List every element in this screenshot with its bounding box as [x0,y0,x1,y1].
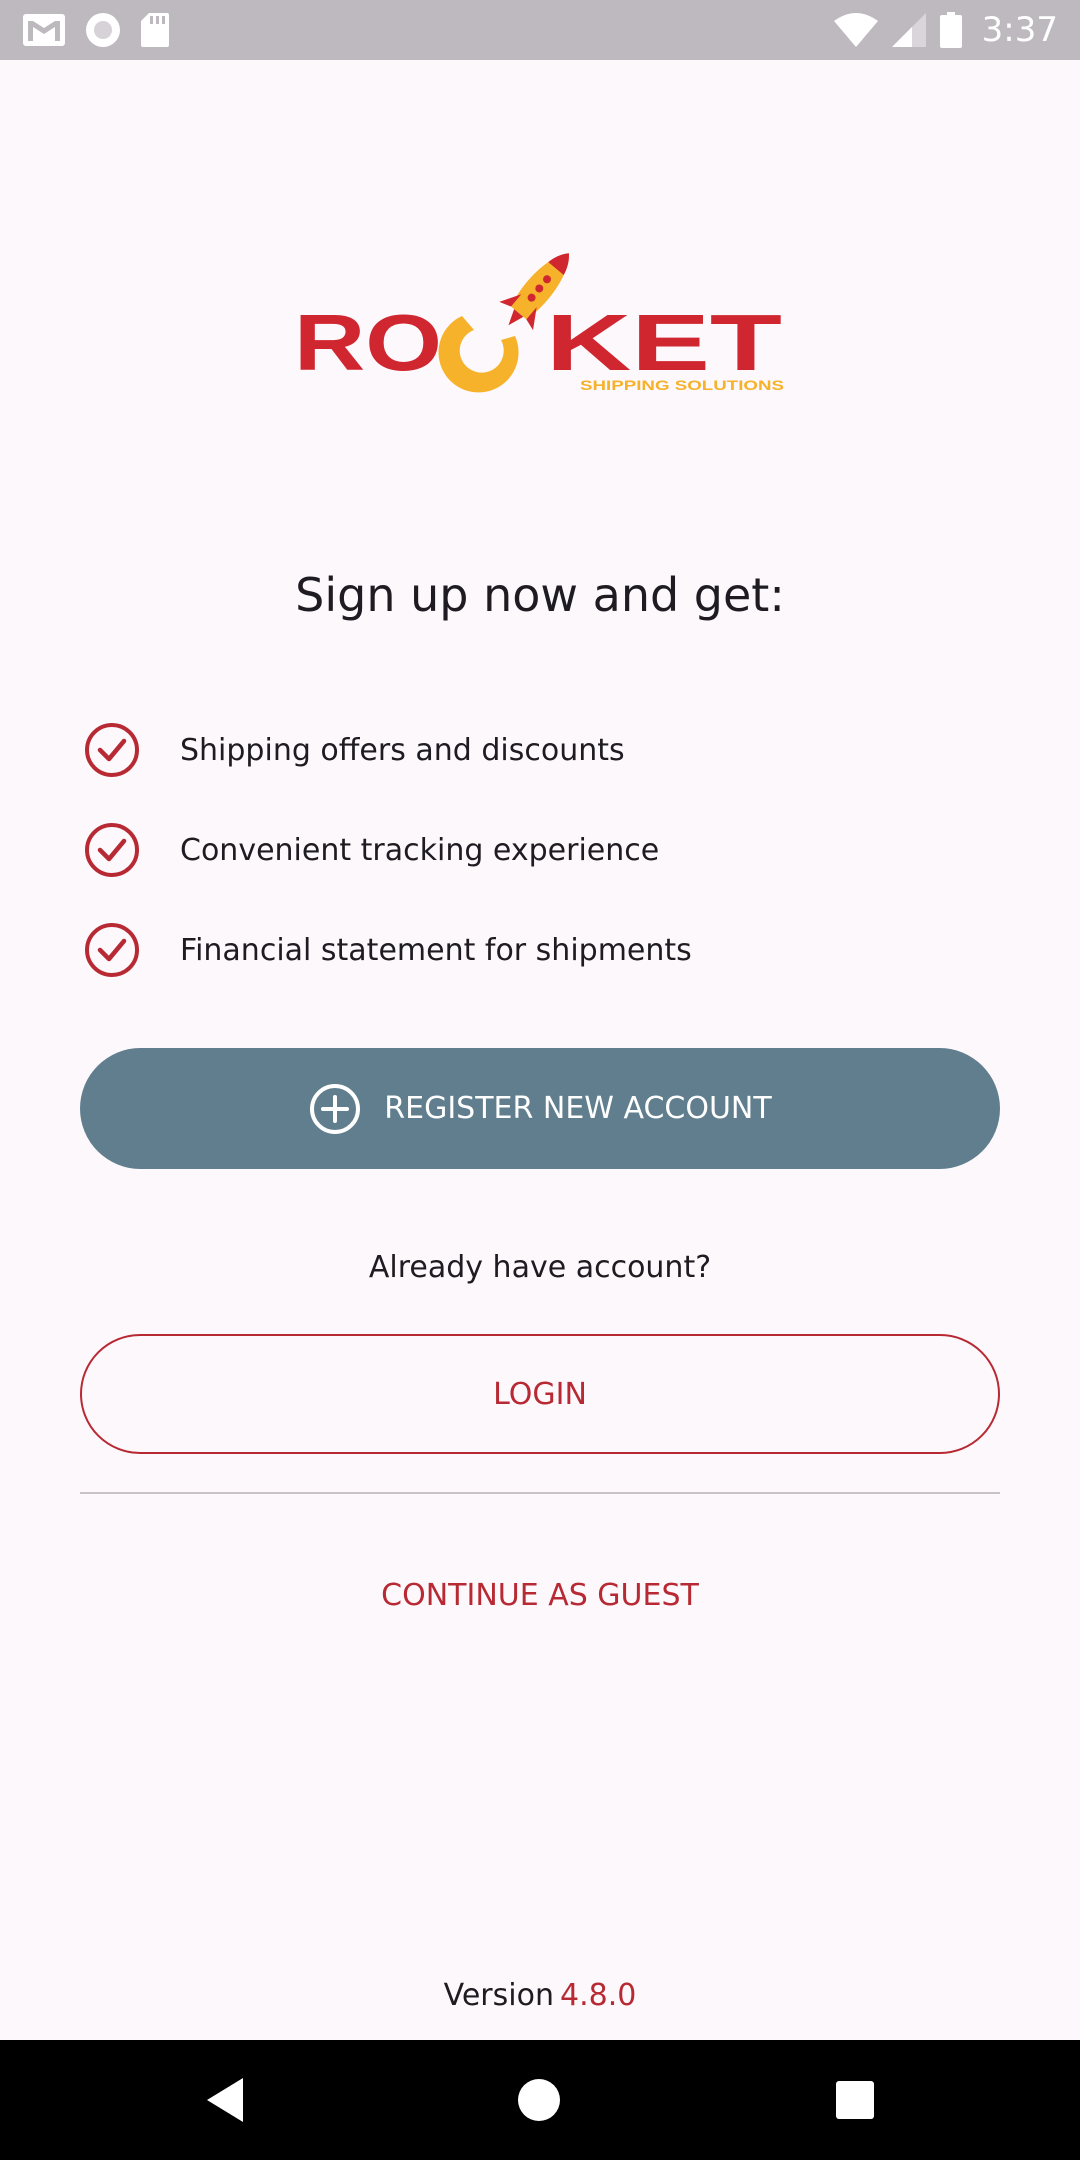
register-new-account-button[interactable]: REGISTER NEW ACCOUNT [80,1048,1000,1169]
home-icon [518,2079,560,2121]
benefit-text: Convenient tracking experience [180,832,660,868]
benefit-item: Convenient tracking experience [80,800,1000,900]
plus-circle-icon [310,1083,361,1134]
signup-headline: Sign up now and get: [295,568,785,622]
version-label: Version [443,1978,554,2013]
benefits-list: Shipping offers and discounts Convenient… [80,700,1000,1000]
gmail-icon [23,14,65,46]
continue-as-guest-link[interactable]: CONTINUE AS GUEST [340,1568,740,1622]
sd-card-icon [141,13,169,47]
already-have-account-text: Already have account? [368,1250,712,1285]
back-icon [207,2078,243,2122]
app-version: Version 4.8.0 [0,1978,1080,2013]
logo-tagline: SHIPPING SOLUTIONS [580,377,784,393]
navigation-bar [0,2040,1080,2160]
benefit-text: Financial statement for shipments [180,932,692,968]
benefit-item: Financial statement for shipments [80,900,1000,1000]
check-circle-icon [85,823,139,877]
battery-icon [939,12,962,48]
circle-notification-icon [86,13,120,47]
recents-button[interactable] [815,2060,895,2140]
login-button[interactable]: LOGIN [80,1334,1000,1454]
logo-text-ket: KET [546,298,782,387]
version-number: 4.8.0 [559,1978,637,2013]
home-button[interactable] [499,2060,579,2140]
check-circle-icon [85,923,139,977]
register-button-label: REGISTER NEW ACCOUNT [384,1091,772,1126]
divider [80,1492,1000,1494]
status-bar: 3:37 [0,0,1080,60]
benefit-item: Shipping offers and discounts [80,700,1000,800]
status-bar-system: 3:37 [833,8,1058,52]
status-time: 3:37 [981,10,1058,50]
signal-icon [891,13,926,47]
login-button-label: LOGIN [493,1376,587,1412]
check-circle-icon [85,723,139,777]
logo-text-ro: RO [294,298,442,387]
wifi-icon [833,13,878,47]
status-bar-notifications [22,10,170,50]
logo-swoosh [438,316,519,393]
recents-icon [836,2081,874,2119]
rocket-logo: RO KET SHIPPING SOLUTIONS [294,253,784,393]
benefit-text: Shipping offers and discounts [180,732,625,768]
back-button[interactable] [185,2060,265,2140]
